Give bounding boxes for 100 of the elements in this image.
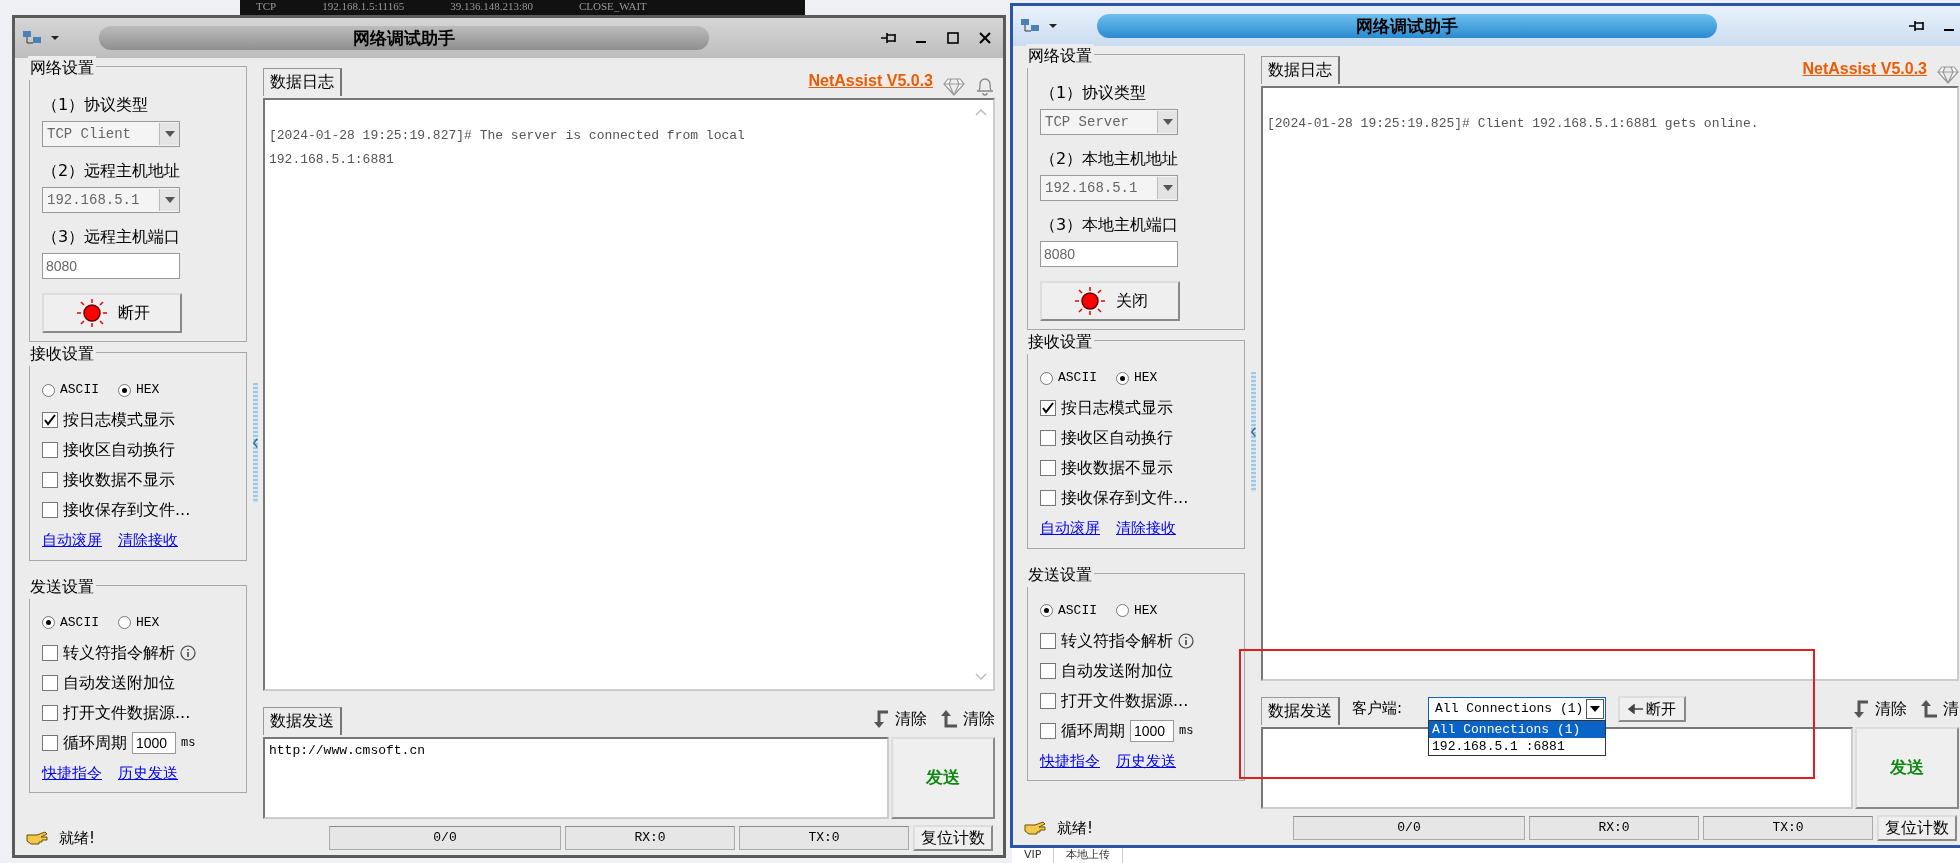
radio-button[interactable]: [1116, 604, 1129, 617]
checkbox[interactable]: [1040, 662, 1056, 679]
bell-icon[interactable]: [975, 76, 995, 96]
radio-label: ASCII: [60, 613, 99, 632]
tab[interactable]: 数据发送: [263, 707, 342, 735]
checkbox-label: 自动发送附加位: [1061, 659, 1173, 682]
period-field[interactable]: 1000: [1130, 719, 1174, 742]
checkbox[interactable]: [42, 644, 58, 661]
radio-button[interactable]: [118, 616, 131, 629]
link[interactable]: 自动滚屏: [42, 531, 102, 549]
link[interactable]: 快捷指令: [1040, 751, 1100, 770]
info-icon[interactable]: [180, 644, 196, 661]
network-menu-icon[interactable]: [1019, 17, 1059, 35]
reset-count-button[interactable]: 复位计数: [1877, 815, 1957, 841]
checkbox[interactable]: [1040, 722, 1056, 739]
status-counter: 0/0: [1293, 816, 1525, 840]
checkbox[interactable]: [42, 502, 58, 518]
link[interactable]: 清除接收: [118, 531, 178, 549]
checkbox-label: 接收数据不显示: [1061, 457, 1173, 479]
link[interactable]: 历史发送: [1116, 751, 1176, 770]
dropdown-field[interactable]: 192.168.5.1: [1040, 175, 1178, 201]
checkbox-label: 接收数据不显示: [63, 469, 175, 491]
port-field[interactable]: 8080: [42, 253, 180, 279]
checkbox[interactable]: [42, 674, 58, 691]
log-line: [2024-01-28 19:25:19.825]# Client 192.168.5.1:6881 gets online.: [1267, 115, 1760, 133]
checkbox[interactable]: [42, 442, 58, 458]
send-button[interactable]: 发送: [1855, 727, 1959, 809]
radio-button[interactable]: [118, 383, 131, 397]
arrow-down-icon: [1851, 699, 1871, 719]
splitter-handle[interactable]: [252, 382, 258, 503]
link[interactable]: 清除接收: [1116, 519, 1176, 537]
status-text: 就绪!: [1057, 817, 1093, 839]
close-icon[interactable]: [978, 31, 992, 45]
clear-button[interactable]: 清除: [1851, 697, 1907, 721]
link[interactable]: 历史发送: [118, 763, 178, 782]
checkbox[interactable]: [1040, 692, 1056, 709]
radio-label: HEX: [1134, 369, 1158, 388]
clear-button[interactable]: 清除: [939, 707, 995, 731]
link[interactable]: 快捷指令: [42, 763, 102, 782]
checkbox[interactable]: [42, 734, 58, 751]
radio-button[interactable]: [1116, 371, 1129, 385]
client-dropdown[interactable]: All Connections (1): [1428, 697, 1607, 721]
maximize-icon[interactable]: [946, 31, 960, 45]
network-menu-icon[interactable]: [21, 29, 61, 47]
hand-icon: [1023, 819, 1047, 837]
checkbox[interactable]: [42, 472, 58, 488]
pin-icon[interactable]: [1908, 19, 1926, 33]
info-icon[interactable]: [1178, 632, 1194, 649]
radio-label: ASCII: [1058, 601, 1097, 620]
checkbox-label: 循环周期: [63, 731, 127, 754]
clear-button[interactable]: 清: [1919, 697, 1959, 721]
diamond-icon[interactable]: [943, 78, 965, 96]
radio-button[interactable]: [1040, 604, 1053, 617]
clear-button[interactable]: 清除: [871, 707, 927, 731]
tab[interactable]: 数据日志: [1261, 56, 1340, 84]
radio-label: ASCII: [60, 381, 99, 400]
checkbox-label: 转义符指令解析: [1061, 629, 1173, 652]
radio-button[interactable]: [42, 383, 55, 397]
dropdown-field[interactable]: 192.168.5.1: [42, 187, 180, 213]
status-counter: 0/0: [329, 826, 561, 850]
checkbox[interactable]: [1040, 400, 1056, 416]
led-icon: [74, 298, 110, 328]
field-label: （1）协议类型: [42, 94, 150, 116]
checkbox[interactable]: [1040, 632, 1056, 649]
status-counter: TX:0: [739, 826, 909, 850]
checkbox[interactable]: [1040, 490, 1056, 506]
send-field[interactable]: http://www.cmsoft.cn: [263, 737, 889, 819]
checkbox[interactable]: [42, 704, 58, 721]
arrow-up-icon: [939, 709, 959, 729]
hand-icon: [25, 829, 49, 847]
arrow-down-icon: [871, 709, 891, 729]
radio-button[interactable]: [42, 616, 55, 629]
dropdown-option[interactable]: All Connections (1): [1429, 721, 1606, 738]
connect-button[interactable]: 断开: [42, 293, 182, 333]
diamond-icon[interactable]: [1937, 66, 1959, 84]
disconnect-button[interactable]: 断开: [1618, 696, 1687, 722]
splitter-handle[interactable]: [1250, 371, 1256, 492]
checkbox[interactable]: [1040, 460, 1056, 476]
tab[interactable]: 数据日志: [263, 68, 342, 96]
connect-button[interactable]: 关闭: [1040, 281, 1180, 321]
checkbox-label: 转义符指令解析: [63, 641, 175, 664]
send-button[interactable]: 发送: [891, 737, 995, 819]
checkbox-label: 按日志模式显示: [63, 409, 175, 431]
group-title: 接收设置: [1026, 330, 1094, 354]
pin-icon[interactable]: [880, 31, 898, 45]
radio-button[interactable]: [1040, 371, 1053, 385]
link[interactable]: 自动滚屏: [1040, 519, 1100, 537]
dropdown-option[interactable]: 192.168.5.1 :6881: [1429, 738, 1606, 755]
period-field[interactable]: 1000: [132, 731, 176, 754]
dropdown-arrow-icon[interactable]: [1590, 706, 1601, 712]
radio-label: HEX: [1134, 601, 1158, 620]
status-counter: TX:0: [1703, 816, 1873, 840]
checkbox[interactable]: [1040, 430, 1056, 446]
unit-label: ms: [1179, 722, 1194, 740]
dropdown-field[interactable]: TCP Client: [42, 121, 180, 147]
port-field[interactable]: 8080: [1040, 241, 1178, 267]
tab[interactable]: 数据发送: [1261, 697, 1340, 725]
checkbox[interactable]: [42, 412, 58, 428]
reset-count-button[interactable]: 复位计数: [913, 825, 993, 851]
dropdown-field[interactable]: TCP Server: [1040, 109, 1178, 135]
